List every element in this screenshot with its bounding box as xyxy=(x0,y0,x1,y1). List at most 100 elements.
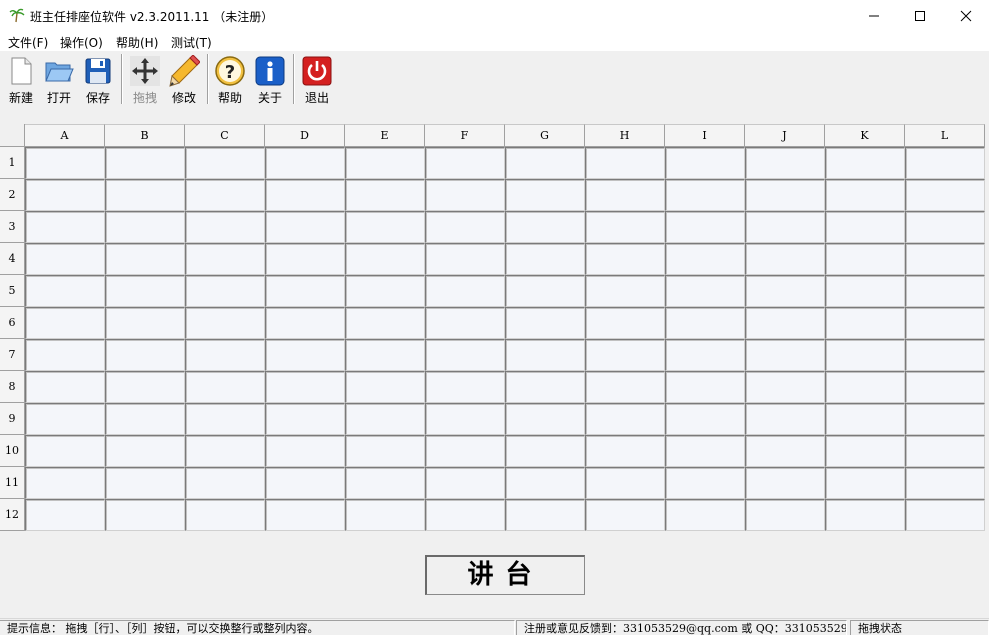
seat-cell[interactable] xyxy=(425,339,505,371)
seat-cell[interactable] xyxy=(825,211,905,243)
seat-cell[interactable] xyxy=(505,339,585,371)
seat-cell[interactable] xyxy=(25,211,105,243)
close-button[interactable] xyxy=(943,0,989,31)
seat-cell[interactable] xyxy=(185,307,265,339)
seat-cell[interactable] xyxy=(105,403,185,435)
menu-test[interactable]: 测试(T) xyxy=(171,34,212,51)
seat-cell[interactable] xyxy=(905,371,985,403)
seat-cell[interactable] xyxy=(665,435,745,467)
seat-cell[interactable] xyxy=(425,211,505,243)
row-header[interactable]: 9 xyxy=(0,403,25,435)
seat-cell[interactable] xyxy=(265,179,345,211)
column-header[interactable]: D xyxy=(265,124,345,147)
column-header[interactable]: E xyxy=(345,124,425,147)
column-header[interactable]: L xyxy=(905,124,985,147)
seat-cell[interactable] xyxy=(585,435,665,467)
seat-cell[interactable] xyxy=(105,499,185,531)
maximize-button[interactable] xyxy=(897,0,943,31)
seat-cell[interactable] xyxy=(105,339,185,371)
seat-cell[interactable] xyxy=(745,499,825,531)
seat-cell[interactable] xyxy=(665,499,745,531)
seat-cell[interactable] xyxy=(345,435,425,467)
seat-cell[interactable] xyxy=(345,307,425,339)
seat-cell[interactable] xyxy=(425,179,505,211)
seat-cell[interactable] xyxy=(265,307,345,339)
seat-cell[interactable] xyxy=(505,403,585,435)
seat-cell[interactable] xyxy=(505,307,585,339)
seat-cell[interactable] xyxy=(745,211,825,243)
seat-cell[interactable] xyxy=(905,243,985,275)
seat-cell[interactable] xyxy=(105,211,185,243)
seat-cell[interactable] xyxy=(425,307,505,339)
edit-button[interactable]: 修改 xyxy=(165,53,203,105)
seat-cell[interactable] xyxy=(345,147,425,179)
drag-button[interactable]: 拖拽 xyxy=(126,53,164,105)
seat-cell[interactable] xyxy=(505,499,585,531)
column-header[interactable]: G xyxy=(505,124,585,147)
column-header[interactable]: I xyxy=(665,124,745,147)
seat-cell[interactable] xyxy=(505,467,585,499)
seat-cell[interactable] xyxy=(265,403,345,435)
seat-cell[interactable] xyxy=(905,307,985,339)
seat-cell[interactable] xyxy=(25,179,105,211)
seat-cell[interactable] xyxy=(25,371,105,403)
seat-cell[interactable] xyxy=(825,371,905,403)
seat-cell[interactable] xyxy=(265,147,345,179)
row-header[interactable]: 12 xyxy=(0,499,25,531)
column-header[interactable]: H xyxy=(585,124,665,147)
seat-cell[interactable] xyxy=(105,435,185,467)
seat-cell[interactable] xyxy=(585,147,665,179)
seat-cell[interactable] xyxy=(665,403,745,435)
seat-cell[interactable] xyxy=(825,275,905,307)
seat-cell[interactable] xyxy=(825,403,905,435)
help-button[interactable]: ? 帮助 xyxy=(211,53,249,105)
seat-cell[interactable] xyxy=(905,179,985,211)
column-header[interactable]: C xyxy=(185,124,265,147)
seat-cell[interactable] xyxy=(185,211,265,243)
seat-cell[interactable] xyxy=(905,275,985,307)
seat-cell[interactable] xyxy=(425,275,505,307)
seat-cell[interactable] xyxy=(185,435,265,467)
seat-cell[interactable] xyxy=(265,243,345,275)
row-header[interactable]: 11 xyxy=(0,467,25,499)
column-header[interactable]: B xyxy=(105,124,185,147)
seat-cell[interactable] xyxy=(585,211,665,243)
seat-cell[interactable] xyxy=(825,147,905,179)
seat-cell[interactable] xyxy=(25,147,105,179)
seat-cell[interactable] xyxy=(505,243,585,275)
row-header[interactable]: 7 xyxy=(0,339,25,371)
seat-cell[interactable] xyxy=(425,499,505,531)
seat-cell[interactable] xyxy=(825,499,905,531)
seat-cell[interactable] xyxy=(585,403,665,435)
seat-cell[interactable] xyxy=(105,275,185,307)
seat-cell[interactable] xyxy=(825,179,905,211)
open-button[interactable]: 打开 xyxy=(40,53,78,105)
seat-cell[interactable] xyxy=(665,371,745,403)
seat-cell[interactable] xyxy=(105,179,185,211)
seat-cell[interactable] xyxy=(425,467,505,499)
seat-cell[interactable] xyxy=(745,307,825,339)
seat-cell[interactable] xyxy=(745,467,825,499)
column-header[interactable]: F xyxy=(425,124,505,147)
seat-cell[interactable] xyxy=(425,243,505,275)
row-header[interactable]: 4 xyxy=(0,243,25,275)
seat-cell[interactable] xyxy=(585,243,665,275)
seat-cell[interactable] xyxy=(185,371,265,403)
seat-cell[interactable] xyxy=(25,275,105,307)
seat-cell[interactable] xyxy=(585,371,665,403)
seat-cell[interactable] xyxy=(905,339,985,371)
seat-cell[interactable] xyxy=(105,467,185,499)
seat-cell[interactable] xyxy=(905,499,985,531)
column-header[interactable]: A xyxy=(25,124,105,147)
seat-cell[interactable] xyxy=(265,371,345,403)
seat-cell[interactable] xyxy=(665,211,745,243)
seat-cell[interactable] xyxy=(745,147,825,179)
save-button[interactable]: 保存 xyxy=(79,53,117,105)
seat-cell[interactable] xyxy=(425,147,505,179)
seat-cell[interactable] xyxy=(265,275,345,307)
seat-cell[interactable] xyxy=(585,467,665,499)
seat-cell[interactable] xyxy=(25,243,105,275)
seat-cell[interactable] xyxy=(905,435,985,467)
seat-cell[interactable] xyxy=(585,339,665,371)
seat-cell[interactable] xyxy=(25,435,105,467)
